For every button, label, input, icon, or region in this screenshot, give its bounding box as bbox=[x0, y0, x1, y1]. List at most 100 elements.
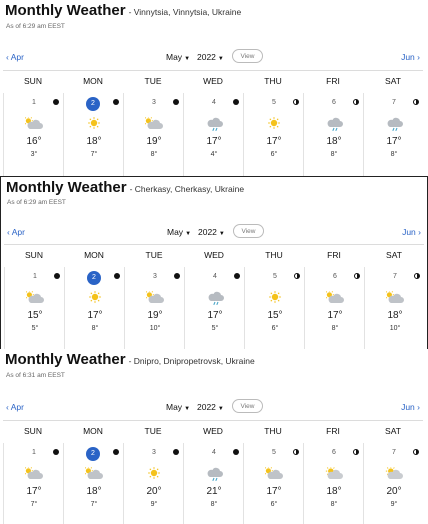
day-cell[interactable]: 2 18° 7° bbox=[63, 443, 123, 524]
weekday-header: SAT bbox=[385, 426, 401, 436]
prev-month-link[interactable]: ‹ Apr bbox=[6, 52, 24, 62]
moon-phase-icon bbox=[54, 273, 60, 279]
day-cell[interactable]: 4 17° 5° bbox=[184, 267, 244, 349]
year-select[interactable]: 2022 ▼ bbox=[197, 52, 224, 62]
caret-down-icon: ▼ bbox=[184, 56, 191, 62]
low-temp: 8° bbox=[91, 325, 99, 332]
weekday-header: SAT bbox=[385, 76, 401, 86]
low-temp: 8° bbox=[210, 501, 218, 508]
day-cell[interactable]: 1 17° 7° bbox=[3, 443, 63, 524]
view-button[interactable]: View bbox=[232, 399, 263, 413]
moon-phase-icon bbox=[293, 99, 299, 105]
month-select[interactable]: May ▼ bbox=[167, 227, 191, 237]
low-temp: 3° bbox=[30, 151, 38, 158]
day-cell[interactable]: 6 18° 8° bbox=[303, 443, 363, 524]
moon-phase-icon bbox=[413, 449, 419, 455]
as-of-timestamp: As of 6:29 am EEST bbox=[6, 23, 65, 30]
high-temp: 17° bbox=[207, 310, 223, 321]
location-label: - Cherkasy, Cherkasy, Ukraine bbox=[129, 184, 245, 194]
high-temp: 20° bbox=[146, 486, 162, 497]
day-cell[interactable]: 3 19° 8° bbox=[123, 93, 183, 177]
sunny-icon bbox=[85, 117, 103, 131]
moon-phase-icon bbox=[294, 273, 300, 279]
high-temp: 17° bbox=[26, 486, 42, 497]
day-cell[interactable]: 7 17° 8° bbox=[363, 93, 423, 177]
chevron-right-icon: › bbox=[415, 227, 421, 237]
next-month-link[interactable]: Jun › bbox=[401, 402, 420, 412]
day-cell[interactable]: 2 17° 8° bbox=[64, 267, 124, 349]
year-select[interactable]: 2022 ▼ bbox=[197, 402, 224, 412]
high-temp: 18° bbox=[86, 486, 102, 497]
day-cell[interactable]: 5 17° 6° bbox=[243, 443, 303, 524]
low-temp: 6° bbox=[270, 501, 278, 508]
month-select[interactable]: May ▼ bbox=[166, 52, 190, 62]
day-cell[interactable]: 5 17° 6° bbox=[243, 93, 303, 177]
day-cell[interactable]: 1 16° 3° bbox=[3, 93, 63, 177]
partly-cloudy-icon bbox=[23, 116, 43, 131]
partly-cloudy-icon bbox=[83, 466, 103, 481]
day-cell[interactable]: 1 15° 5° bbox=[4, 267, 64, 349]
next-month-link[interactable]: Jun › bbox=[402, 227, 421, 237]
high-temp: 19° bbox=[146, 136, 162, 147]
prev-month-link[interactable]: ‹ Apr bbox=[6, 402, 24, 412]
low-temp: 7° bbox=[90, 501, 98, 508]
sunny-icon bbox=[266, 291, 284, 305]
day-cell[interactable]: 6 18° 8° bbox=[303, 93, 363, 177]
day-cell[interactable]: 4 21° 8° bbox=[183, 443, 243, 524]
partly-sunny-icon bbox=[385, 466, 403, 481]
high-temp: 18° bbox=[326, 486, 342, 497]
moon-phase-icon bbox=[173, 99, 179, 105]
day-cell[interactable]: 3 20° 9° bbox=[123, 443, 183, 524]
moon-phase-icon bbox=[113, 99, 119, 105]
view-button[interactable]: View bbox=[233, 224, 264, 238]
moon-phase-icon bbox=[174, 273, 180, 279]
day-cell[interactable]: 2 18° 7° bbox=[63, 93, 123, 177]
month-select-value: May bbox=[166, 52, 183, 62]
day-cell[interactable]: 3 19° 10° bbox=[124, 267, 184, 349]
high-temp: 17° bbox=[386, 136, 402, 147]
weekday-header: WED bbox=[203, 76, 223, 86]
location-label: - Dnipro, Dnipropetrovsk, Ukraine bbox=[128, 356, 255, 366]
rain-icon bbox=[205, 467, 223, 482]
page-title-row: Monthly Weather - Dnipro, Dnipropetrovsk,… bbox=[5, 351, 255, 369]
weekday-header: SAT bbox=[386, 250, 402, 260]
next-month-label: Jun bbox=[401, 52, 415, 62]
low-temp: 8° bbox=[331, 325, 339, 332]
next-month-link[interactable]: Jun › bbox=[401, 52, 420, 62]
caret-down-icon: ▼ bbox=[184, 406, 191, 412]
moon-phase-icon bbox=[113, 449, 119, 455]
page-title-row: Monthly Weather - Vinnytsia, Vinnytsia, U… bbox=[5, 2, 241, 20]
moon-phase-icon bbox=[53, 449, 59, 455]
weekday-header: MON bbox=[83, 76, 103, 86]
view-button[interactable]: View bbox=[232, 49, 263, 63]
partly-cloudy-icon bbox=[384, 290, 404, 305]
day-cell[interactable]: 7 18° 10° bbox=[364, 267, 424, 349]
calendar-grid: SUN MON TUE WED THU FRI SAT 1 17° 7° 2 18° 7° 3 20° 9° 4… bbox=[3, 420, 423, 524]
caret-down-icon: ▼ bbox=[185, 231, 192, 237]
partly-cloudy-icon bbox=[143, 116, 163, 131]
chevron-right-icon: › bbox=[414, 402, 420, 412]
weekday-header: TUE bbox=[144, 426, 162, 436]
day-cell[interactable]: 5 15° 6° bbox=[244, 267, 304, 349]
prev-month-label: Apr bbox=[10, 52, 24, 62]
partly-cloudy-icon bbox=[144, 290, 164, 305]
as-of-timestamp: As of 6:29 am EEST bbox=[7, 199, 66, 206]
low-temp: 6° bbox=[271, 325, 279, 332]
prev-month-link[interactable]: ‹ Apr bbox=[7, 227, 25, 237]
moon-phase-icon bbox=[173, 449, 179, 455]
page-title-row: Monthly Weather - Cherkasy, Cherkasy, Ukr… bbox=[6, 179, 244, 197]
low-temp: 5° bbox=[31, 325, 39, 332]
low-temp: 4° bbox=[210, 151, 218, 158]
moon-phase-icon bbox=[354, 273, 360, 279]
weekday-header: TUE bbox=[144, 76, 162, 86]
high-temp: 17° bbox=[206, 136, 222, 147]
day-cell[interactable]: 7 20° 9° bbox=[363, 443, 423, 524]
day-cell[interactable]: 4 17° 4° bbox=[183, 93, 243, 177]
page-title: Monthly Weather bbox=[5, 2, 126, 19]
month-select[interactable]: May ▼ bbox=[166, 402, 190, 412]
sunny-icon bbox=[265, 117, 283, 131]
partly-sunny-icon bbox=[325, 466, 343, 481]
year-select[interactable]: 2022 ▼ bbox=[198, 227, 225, 237]
day-cell[interactable]: 6 17° 8° bbox=[304, 267, 364, 349]
month-select-value: May bbox=[167, 227, 184, 237]
